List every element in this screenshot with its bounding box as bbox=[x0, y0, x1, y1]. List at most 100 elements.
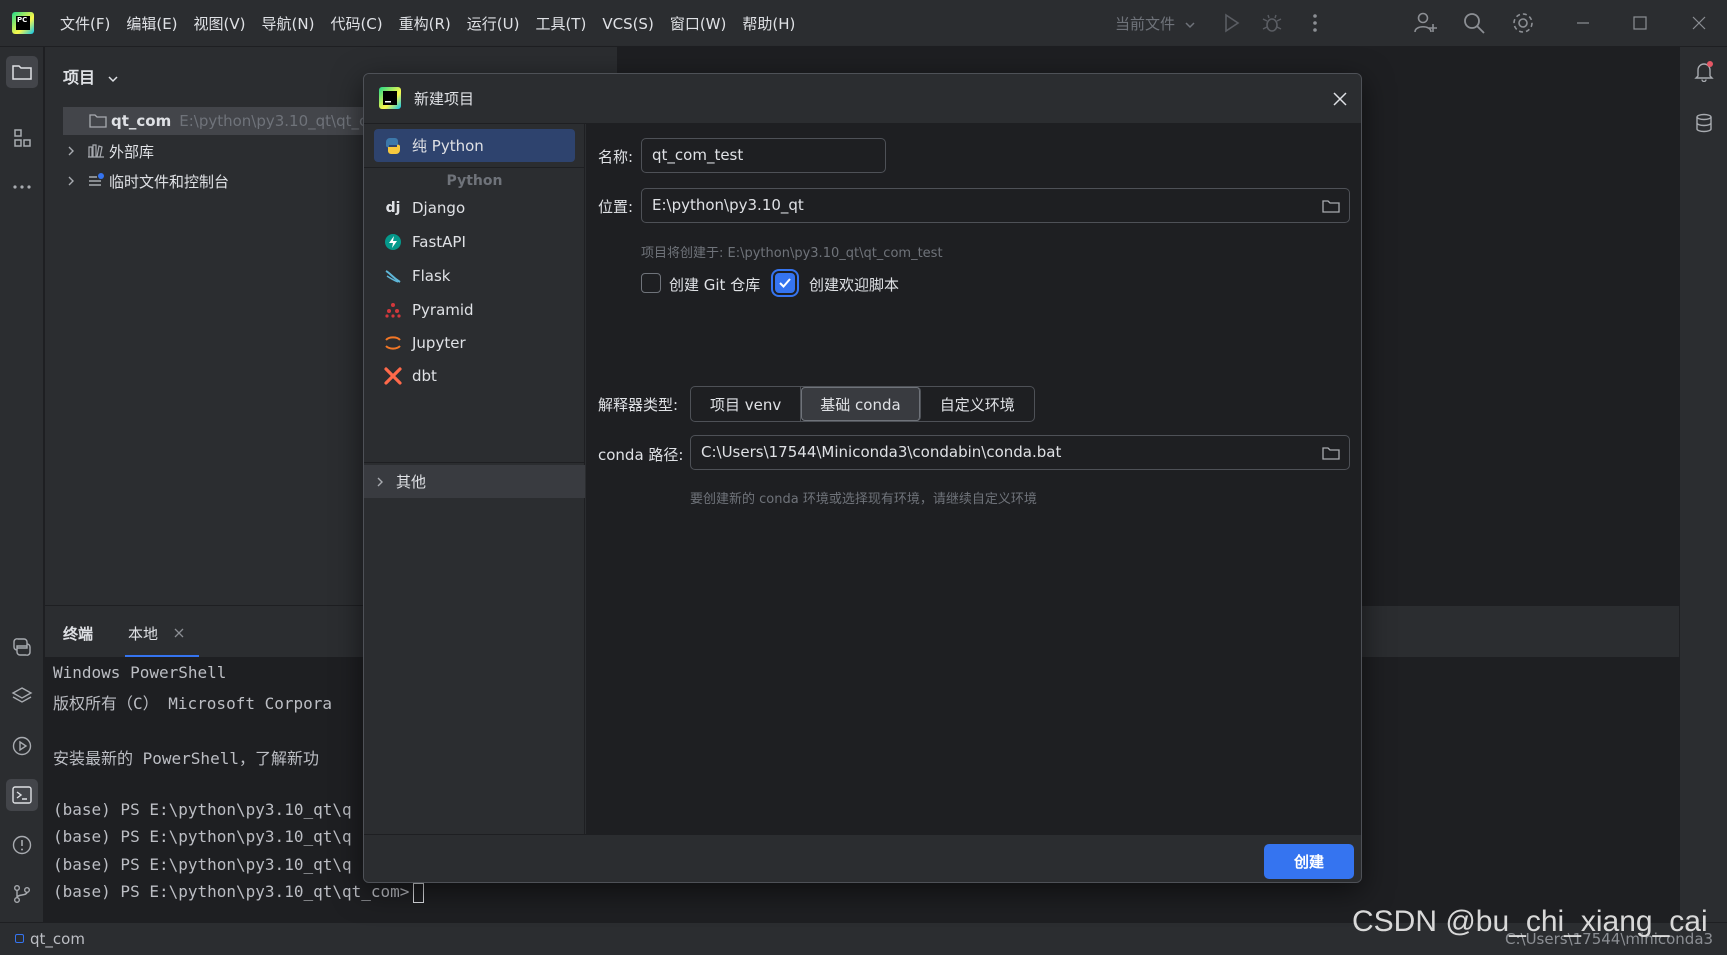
run-config-selector[interactable]: 当前文件 bbox=[1115, 13, 1196, 34]
more-vertical-icon[interactable] bbox=[1302, 10, 1328, 36]
menu-edit[interactable]: 编辑(E) bbox=[118, 13, 185, 34]
generator-fastapi[interactable]: FastAPI bbox=[374, 225, 575, 258]
python-console-icon bbox=[13, 638, 31, 656]
generator-dbt[interactable]: dbt bbox=[374, 359, 575, 392]
menu-window[interactable]: 窗口(W) bbox=[662, 13, 735, 34]
generator-group-python: Python bbox=[446, 173, 503, 189]
menu-help[interactable]: 帮助(H) bbox=[734, 13, 803, 34]
pycharm-logo-icon[interactable]: PC bbox=[12, 12, 34, 34]
structure-tool-button[interactable] bbox=[6, 122, 38, 154]
problems-icon bbox=[12, 835, 32, 855]
location-label: 位置: bbox=[598, 198, 634, 216]
close-icon[interactable] bbox=[1330, 89, 1350, 109]
dialog-title: 新建项目 bbox=[414, 90, 475, 108]
conda-path-input[interactable]: C:\Users\17544\Miniconda3\condabin\conda… bbox=[690, 435, 1350, 470]
generator-flask[interactable]: Flask bbox=[374, 259, 575, 292]
project-tool-button[interactable] bbox=[6, 56, 38, 88]
notifications-bell-icon[interactable] bbox=[1693, 60, 1715, 82]
terminal-title: 终端 bbox=[63, 625, 94, 643]
run-icon[interactable] bbox=[1218, 10, 1244, 36]
generator-pyramid[interactable]: Pyramid bbox=[374, 293, 575, 326]
browse-folder-icon[interactable] bbox=[1321, 443, 1341, 463]
menu-navigate[interactable]: 导航(N) bbox=[254, 13, 323, 34]
browse-folder-icon[interactable] bbox=[1321, 196, 1341, 216]
external-libraries-label: 外部库 bbox=[109, 142, 155, 161]
more-horizontal-icon bbox=[13, 185, 31, 189]
search-icon[interactable] bbox=[1461, 10, 1487, 36]
layers-icon bbox=[11, 687, 33, 703]
interpreter-option-venv[interactable]: 项目 venv bbox=[691, 387, 802, 421]
close-window-icon[interactable] bbox=[1688, 12, 1710, 34]
git-button[interactable] bbox=[6, 878, 38, 910]
create-button[interactable]: 创建 bbox=[1264, 844, 1354, 879]
create-git-checkbox[interactable] bbox=[641, 273, 661, 293]
generator-django[interactable]: dj Django bbox=[374, 191, 575, 224]
python-packages-button[interactable] bbox=[6, 680, 38, 712]
right-tool-strip bbox=[1679, 47, 1727, 922]
terminal-line: Windows PowerShell bbox=[53, 663, 227, 682]
run-circle-icon bbox=[12, 736, 32, 756]
dbt-icon bbox=[384, 366, 402, 385]
divider bbox=[364, 167, 585, 168]
terminal-line: (base) PS E:\python\py3.10_qt\q bbox=[53, 827, 352, 846]
close-tab-icon[interactable] bbox=[173, 627, 185, 639]
dialog-header: 新建项目 bbox=[364, 74, 1361, 124]
create-welcome-checkbox[interactable] bbox=[775, 273, 795, 293]
add-user-icon[interactable] bbox=[1412, 10, 1438, 36]
pycharm-logo-icon bbox=[379, 87, 401, 109]
menu-run[interactable]: 运行(U) bbox=[459, 13, 528, 34]
menu-file[interactable]: 文件(F) bbox=[52, 13, 118, 34]
generator-jupyter[interactable]: Jupyter bbox=[374, 326, 575, 359]
location-value: E:\python\py3.10_qt bbox=[652, 196, 804, 214]
project-panel-header[interactable]: 项目 bbox=[63, 64, 119, 88]
chevron-right-icon bbox=[68, 146, 74, 156]
settings-gear-icon[interactable] bbox=[1510, 10, 1536, 36]
conda-path-label: conda 路径: bbox=[598, 446, 684, 464]
menu-view[interactable]: 视图(V) bbox=[186, 13, 254, 34]
flask-icon bbox=[385, 269, 401, 283]
location-input[interactable]: E:\python\py3.10_qt bbox=[641, 188, 1350, 223]
chevron-down-icon bbox=[1185, 21, 1195, 28]
generator-label: FastAPI bbox=[412, 232, 466, 251]
status-project-name[interactable]: qt_com bbox=[30, 930, 85, 948]
services-button[interactable] bbox=[6, 730, 38, 762]
left-tool-strip bbox=[0, 47, 44, 922]
name-label: 名称: bbox=[598, 148, 634, 166]
terminal-line: (base) PS E:\python\py3.10_qt\q bbox=[53, 800, 352, 819]
minimize-icon[interactable] bbox=[1572, 12, 1594, 34]
problems-button[interactable] bbox=[6, 829, 38, 861]
root-folder-path: E:\python\py3.10_qt\qt_c bbox=[179, 112, 368, 130]
menu-code[interactable]: 代码(C) bbox=[322, 13, 390, 34]
watermark: CSDN @bu_chi_xiang_cai bbox=[1352, 905, 1708, 938]
terminal-line: 版权所有（C） Microsoft Corpora bbox=[53, 694, 333, 713]
pyramid-icon bbox=[385, 302, 401, 318]
menu-vcs[interactable]: VCS(S) bbox=[594, 15, 661, 33]
python-icon bbox=[386, 137, 400, 154]
terminal-tool-button[interactable] bbox=[6, 779, 38, 811]
folder-icon bbox=[12, 65, 32, 80]
library-icon bbox=[88, 144, 104, 158]
generator-label: 其他 bbox=[396, 473, 427, 491]
interpreter-option-custom[interactable]: 自定义环境 bbox=[921, 387, 1034, 421]
database-icon[interactable] bbox=[1693, 112, 1715, 134]
more-tools-button[interactable] bbox=[6, 171, 38, 203]
project-type-list: 纯 Python Python dj Django FastAPI Flask … bbox=[364, 124, 585, 834]
git-branch-icon bbox=[14, 885, 30, 903]
root-folder-name: qt_com bbox=[111, 112, 172, 130]
menu-tools[interactable]: 工具(T) bbox=[527, 13, 594, 34]
divider bbox=[364, 462, 585, 463]
python-console-button[interactable] bbox=[6, 631, 38, 663]
create-git-label: 创建 Git 仓库 bbox=[669, 276, 761, 294]
generator-other[interactable]: 其他 bbox=[364, 465, 585, 498]
terminal-tab-local[interactable]: 本地 bbox=[128, 623, 158, 644]
django-icon: dj bbox=[385, 199, 401, 216]
interpreter-option-base-conda[interactable]: 基础 conda bbox=[801, 387, 921, 421]
run-config-label: 当前文件 bbox=[1115, 15, 1176, 33]
generator-pure-python[interactable]: 纯 Python bbox=[374, 129, 575, 162]
project-name-input[interactable]: qt_com_test bbox=[641, 138, 886, 173]
menu-refactor[interactable]: 重构(R) bbox=[391, 13, 459, 34]
terminal-line: (base) PS E:\python\py3.10_qt\q bbox=[53, 855, 352, 874]
chevron-right-icon bbox=[68, 176, 74, 186]
maximize-icon[interactable] bbox=[1629, 12, 1651, 34]
debug-icon[interactable] bbox=[1259, 10, 1285, 36]
